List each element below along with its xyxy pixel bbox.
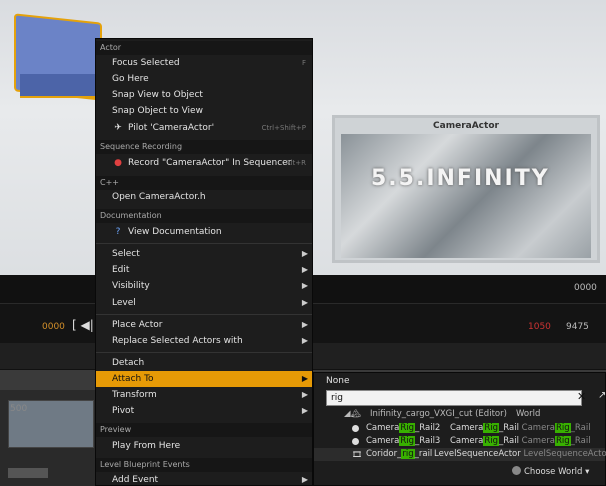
place-actor-label: Place Actor [112,320,163,330]
world-row-icon: ◢🏔 [344,409,362,419]
menu-item-detach[interactable]: Detach [96,355,312,371]
actor-row[interactable]: CameraRig_Rail3 CameraRig_Rail CameraRig… [314,435,605,448]
menu-divider [96,314,312,315]
camera-preview-title: CameraActor [433,121,499,131]
menu-section-sequence: Sequence Recording [96,140,312,154]
add-event-label: Add Event [112,475,159,485]
attach-to-label: Attach To [112,374,154,384]
actor-name: CameraRig_Rail2 [366,423,441,433]
sequencer-ruler-label: 500 [10,404,28,414]
menu-divider [96,352,312,353]
world-type: World [516,409,541,419]
camera-rig-rail-icon [352,425,359,432]
actor-row[interactable]: 🎞 Coridor_rig_rail LevelSequenceActor Le… [314,448,606,461]
actor-row[interactable]: CameraRig_Rail2 CameraRig_Rail CameraRig… [314,422,605,435]
submenu-arrow-icon: ▶ [301,374,308,383]
replace-actors-label: Replace Selected Actors with [112,336,243,346]
choose-world-button[interactable]: Choose World ▾ [512,466,589,477]
menu-item-pilot[interactable]: ✈ Pilot 'CameraActor' Ctrl+Shift+P [96,120,312,136]
selected-actor-mesh-base [20,74,100,98]
menu-section-actor: Actor [96,41,312,55]
choose-world-label: Choose World [524,467,583,477]
menu-item-open-header[interactable]: Open CameraActor.h [96,189,312,205]
submenu-arrow-icon: ▶ [301,249,308,258]
pilot-plane-icon: ✈ [114,123,122,133]
menu-section-cpp: C++ [96,176,312,190]
time-start-readout: 0000 [42,322,65,332]
submenu-arrow-icon: ▶ [301,320,308,329]
menu-section-preview: Preview [96,423,312,437]
menu-item-go-here[interactable]: Go Here [96,71,312,87]
menu-item-focus-selected[interactable]: Focus Selected F [96,55,312,71]
menu-item-snap-object[interactable]: Snap Object to View [96,103,312,119]
actor-name: Coridor_rig_rail [366,449,433,459]
focus-selected-label: Focus Selected [112,58,180,68]
menu-item-place-actor[interactable]: Place Actor ▶ [96,317,312,333]
menu-item-select[interactable]: Select ▶ [96,246,312,262]
time-end-red-readout: 1050 [528,322,551,332]
menu-item-attach-to[interactable]: Attach To ▶ [96,371,312,387]
submenu-arrow-icon: ▶ [301,390,308,399]
actor-type: LevelSequenceActor LevelSequenceActo [434,449,606,459]
globe-icon [512,466,521,475]
menu-item-record[interactable]: ● Record "CameraActor" In Sequencer Alt+R [96,155,312,171]
attach-to-submenu: None rig ✕ ↗ ◢🏔 Inifinity_cargo_VXGI_cut… [313,372,606,486]
pilot-shortcut: Ctrl+Shift+P [261,124,306,132]
record-icon: ● [114,158,122,168]
menu-section-level-bp: Level Blueprint Events [96,458,312,472]
actor-context-menu: Actor Focus Selected F Go Here Snap View… [95,38,313,486]
actor-type: CameraRig_Rail CameraRig_Rail [450,436,591,446]
transform-label: Transform [112,390,157,400]
world-row[interactable]: ◢🏔 Inifinity_cargo_VXGI_cut (Editor) Wor… [344,408,606,421]
menu-item-edit[interactable]: Edit ▶ [96,262,312,278]
camera-preview-logo: 5.5.INFINITY [371,166,550,191]
pin-icon[interactable]: ↗ [598,390,606,401]
menu-item-play-from-here[interactable]: Play From Here [96,438,312,454]
camera-preview-window: CameraActor 5.5.INFINITY [332,115,600,263]
submenu-arrow-icon: ▶ [301,298,308,307]
menu-item-visibility[interactable]: Visibility ▶ [96,278,312,294]
time-top-right: 0000 [574,283,597,293]
submenu-arrow-icon: ▶ [301,406,308,415]
playback-controls-icon[interactable]: [ ◀|| [72,318,98,332]
world-name: Inifinity_cargo_VXGI_cut (Editor) [370,409,507,419]
submenu-arrow-icon: ▶ [301,265,308,274]
menu-item-view-documentation[interactable]: ? View Documentation [96,224,312,240]
submenu-arrow-icon: ▶ [301,281,308,290]
attach-none-item[interactable]: None [326,376,349,386]
submenu-arrow-icon: ▶ [301,475,308,484]
menu-item-transform[interactable]: Transform ▶ [96,387,312,403]
menu-divider [96,243,312,244]
camera-preview-image [341,134,591,258]
level-label: Level [112,298,136,308]
record-shortcut: Alt+R [285,159,306,167]
menu-item-pivot[interactable]: Pivot ▶ [96,403,312,419]
submenu-arrow-icon: ▶ [301,336,308,345]
actor-name: CameraRig_Rail3 [366,436,441,446]
actor-type: CameraRig_Rail CameraRig_Rail [450,423,591,433]
level-sequence-icon: 🎞 [352,450,363,459]
menu-item-add-event[interactable]: Add Event ▶ [96,472,312,486]
clear-search-icon[interactable]: ✕ [577,390,586,403]
record-label: Record "CameraActor" In Sequencer [128,158,292,168]
menu-item-snap-view[interactable]: Snap View to Object [96,87,312,103]
chevron-down-icon: ▾ [585,467,590,477]
edit-label: Edit [112,265,130,275]
camera-rig-rail-icon [352,438,359,445]
visibility-label: Visibility [112,281,150,291]
menu-item-replace-actors[interactable]: Replace Selected Actors with ▶ [96,333,312,349]
sequencer-scrollbar[interactable] [8,468,48,478]
pivot-label: Pivot [112,406,135,416]
time-end-readout: 9475 [566,322,589,332]
actor-search-input[interactable]: rig [326,390,582,406]
help-icon: ? [115,227,121,237]
select-label: Select [112,249,140,259]
focus-selected-shortcut: F [301,59,306,67]
menu-item-level[interactable]: Level ▶ [96,295,312,311]
editor-window: CameraActor 5.5.INFINITY 0000 0000 [ ◀||… [0,0,606,486]
pilot-label: Pilot 'CameraActor' [128,123,215,133]
menu-section-documentation: Documentation [96,209,312,223]
view-docs-label: View Documentation [128,227,222,237]
